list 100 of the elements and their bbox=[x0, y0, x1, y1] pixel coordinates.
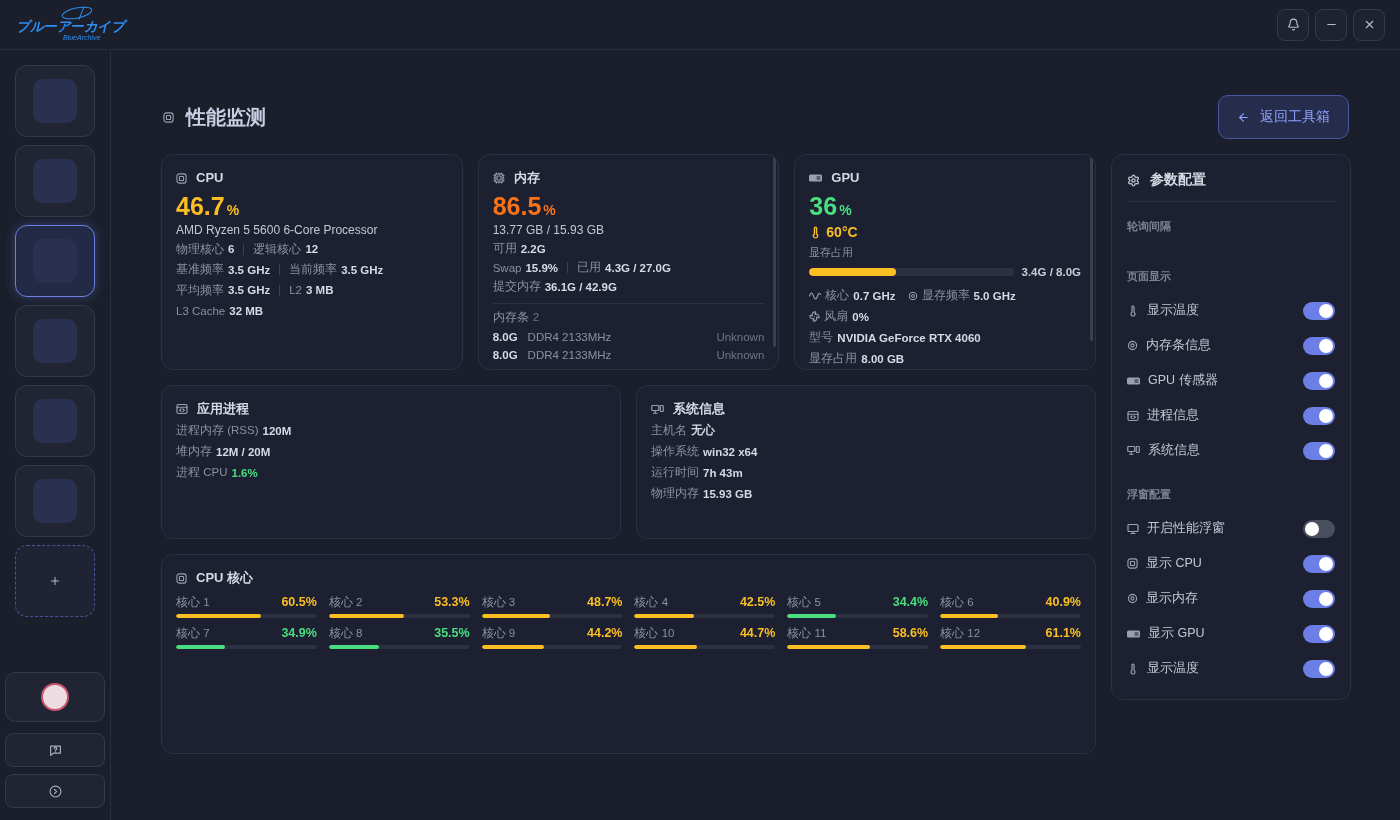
info-label: 操作系统 bbox=[651, 444, 699, 459]
core-reading: 48.7% bbox=[587, 595, 623, 609]
toggle-switch[interactable] bbox=[1303, 406, 1335, 425]
core-label: 核心 2 bbox=[328, 594, 363, 610]
stat-label: L3 Cache bbox=[176, 304, 226, 317]
user-button[interactable] bbox=[5, 672, 105, 722]
setting-label: 进程信息 bbox=[1147, 407, 1199, 424]
code-window-icon bbox=[176, 403, 188, 415]
stat-label: 提交内存 bbox=[492, 279, 541, 294]
setting-label: 显示温度 bbox=[1147, 660, 1199, 677]
module-type: DDR4 2133MHz bbox=[527, 331, 612, 343]
info-label: 进程 CPU bbox=[176, 465, 228, 480]
stat-label: 显存占用 bbox=[809, 351, 858, 366]
toggle-switch[interactable] bbox=[1303, 519, 1335, 538]
chip-icon bbox=[492, 172, 505, 184]
toggle-switch[interactable] bbox=[1303, 554, 1335, 573]
graphics-card-icon bbox=[1127, 629, 1140, 638]
modules-count: 2 bbox=[532, 311, 540, 323]
info-value: 12M / 20M bbox=[216, 445, 271, 458]
stat-value: 6 bbox=[228, 243, 235, 256]
stat-label: 风扇 bbox=[824, 309, 849, 324]
scrollbar-thumb[interactable] bbox=[1090, 157, 1093, 341]
core-reading: 42.5% bbox=[739, 595, 776, 609]
usage-unit: % bbox=[839, 201, 852, 220]
temperature-value: 60°C bbox=[826, 224, 858, 240]
chip-icon bbox=[1127, 558, 1138, 569]
core-label: 核心 9 bbox=[481, 625, 516, 641]
toggle-switch[interactable] bbox=[1303, 589, 1335, 608]
stat-value: 2.2G bbox=[520, 242, 546, 255]
core-reading: 58.6% bbox=[892, 626, 929, 640]
back-button[interactable]: 返回工具箱 bbox=[1218, 95, 1349, 139]
circle-chip-icon bbox=[907, 290, 918, 301]
core-reading: 34.4% bbox=[892, 595, 929, 609]
stat-label: 平均频率 bbox=[176, 282, 224, 298]
toggle-switch[interactable] bbox=[1303, 371, 1335, 390]
core-label: 核心 1 bbox=[176, 594, 210, 610]
usage-value: 86.5 bbox=[492, 191, 542, 221]
usage-unit: % bbox=[543, 201, 556, 220]
stat-value: 32 MB bbox=[229, 304, 264, 317]
core-label: 核心 8 bbox=[328, 625, 363, 641]
stat-value: 0.7 GHz bbox=[853, 289, 896, 302]
stat-label: 显存频率 bbox=[921, 288, 970, 303]
thermometer-icon bbox=[1127, 662, 1139, 675]
panel-title: 参数配置 bbox=[1150, 171, 1206, 189]
setting-label: 显示温度 bbox=[1147, 302, 1199, 319]
stat-label: 当前频率 bbox=[289, 262, 338, 278]
core-reading: 35.5% bbox=[434, 626, 470, 640]
core-reading: 61.1% bbox=[1045, 626, 1081, 640]
toggle-switch[interactable] bbox=[1303, 301, 1335, 320]
card-title: 内存 bbox=[513, 169, 540, 187]
stat-value: 5.0 GHz bbox=[973, 289, 1016, 302]
module-size: 8.0G bbox=[492, 349, 518, 361]
setting-label: 开启性能浮窗 bbox=[1147, 520, 1225, 537]
usage-value: 46.7 bbox=[176, 191, 225, 221]
setting-label: 显示 GPU bbox=[1148, 625, 1205, 642]
avatar-placeholder bbox=[33, 319, 77, 363]
module-vendor: Unknown bbox=[716, 349, 765, 361]
close-button[interactable] bbox=[1353, 8, 1385, 41]
modules-label: 内存条 bbox=[492, 309, 529, 325]
stat-label: 可用 bbox=[492, 241, 517, 256]
message-question-icon bbox=[48, 743, 62, 757]
notification-button[interactable] bbox=[1277, 8, 1309, 41]
stat-value: 3.5 GHz bbox=[341, 263, 384, 276]
card-title: 应用进程 bbox=[197, 400, 249, 418]
toggle-switch[interactable] bbox=[1303, 659, 1335, 678]
info-value: 无心 bbox=[691, 423, 715, 438]
memory-amount: 13.77 GB / 15.93 GB bbox=[492, 222, 606, 239]
page-title: 性能监测 bbox=[186, 105, 266, 129]
toggle-switch[interactable] bbox=[1303, 336, 1335, 355]
stat-label: 型号 bbox=[809, 330, 834, 345]
monitor-icon bbox=[1127, 522, 1139, 535]
stat-value: 3.5 GHz bbox=[228, 263, 271, 276]
stat-value: 36.1G / 42.9G bbox=[544, 280, 617, 293]
toggle-switch[interactable] bbox=[1303, 624, 1335, 643]
info-label: 堆内存 bbox=[176, 444, 212, 459]
add-button[interactable] bbox=[15, 545, 95, 617]
code-window-icon bbox=[1127, 409, 1139, 422]
thermometer-icon bbox=[1127, 304, 1139, 317]
stat-value: 0% bbox=[852, 310, 869, 323]
toggle-switch[interactable] bbox=[1303, 441, 1335, 460]
core-label: 核心 5 bbox=[787, 594, 821, 610]
setting-label: 系统信息 bbox=[1148, 442, 1200, 459]
stat-value: 15.9% bbox=[525, 261, 559, 274]
halo-icon bbox=[60, 6, 94, 20]
sidebar-item[interactable] bbox=[15, 225, 95, 297]
core-reading: 60.5% bbox=[281, 595, 317, 609]
graphics-card-icon bbox=[1127, 376, 1140, 385]
computer-icon bbox=[651, 403, 664, 415]
core-label: 核心 7 bbox=[176, 625, 210, 641]
stat-value: 3 MB bbox=[306, 284, 334, 297]
card-title: CPU 核心 bbox=[196, 569, 254, 587]
section-title: 页面显示 bbox=[1127, 269, 1171, 284]
setting-label: 显示内存 bbox=[1146, 590, 1198, 607]
fan-icon bbox=[809, 311, 821, 322]
stat-value: 8.00 GB bbox=[861, 352, 905, 365]
circle-chip-icon bbox=[1127, 340, 1138, 351]
core-label: 核心 4 bbox=[634, 594, 669, 610]
stat-label: 已用 bbox=[577, 260, 602, 275]
info-value: win32 x64 bbox=[703, 445, 758, 458]
module-vendor: Unknown bbox=[716, 331, 765, 343]
